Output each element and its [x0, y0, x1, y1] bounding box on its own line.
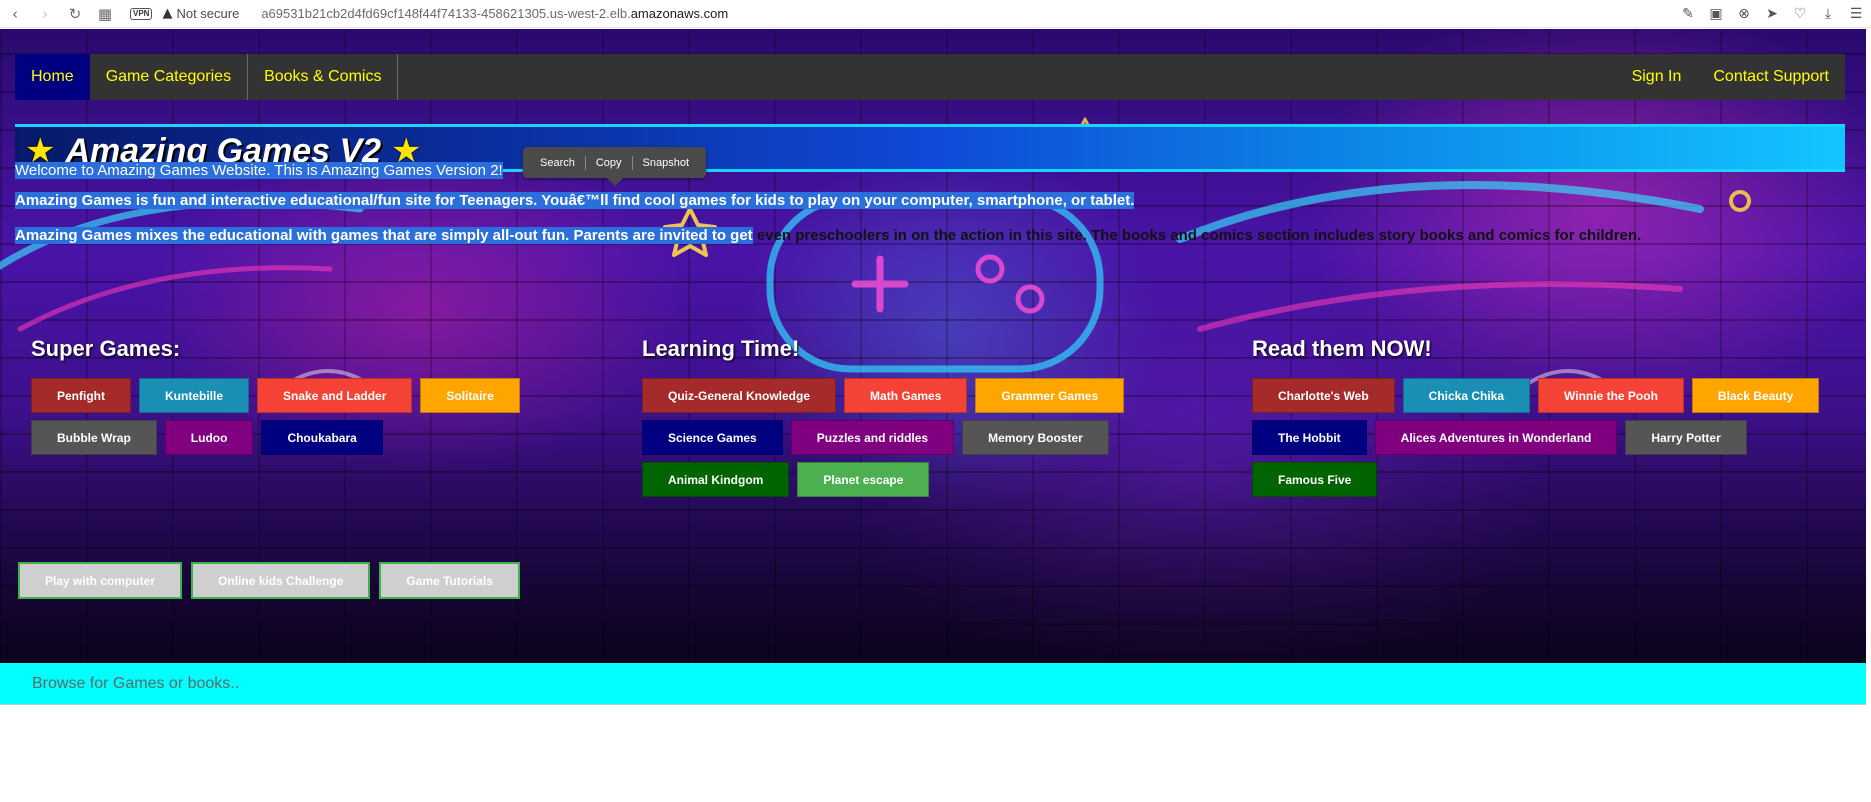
- url-domain: amazonaws.com: [630, 6, 729, 21]
- intro-text: Welcome to Amazing Games Website. This i…: [15, 162, 503, 179]
- game-button[interactable]: Solitaire: [420, 378, 520, 413]
- read-them-now-section: Read them NOW! Charlotte's Web Chicka Ch…: [1252, 336, 1832, 497]
- page-content: Home Game Categories Books & Comics Sign…: [0, 29, 1866, 663]
- learning-time-section: Learning Time! Quiz-General Knowledge Ma…: [642, 336, 1142, 497]
- intro-paragraph-3: Amazing Games mixes the educational with…: [15, 227, 1641, 244]
- menu-icon[interactable]: ☰: [1847, 6, 1865, 22]
- vpn-badge[interactable]: VPN: [130, 7, 153, 20]
- nav-game-categories[interactable]: Game Categories: [90, 54, 249, 100]
- forward-icon[interactable]: ›: [34, 3, 56, 25]
- address-bar[interactable]: a69531b21cb2d4fd69cf148f44f74133-4586213…: [261, 6, 728, 21]
- bottom-buttons: Play with computer Online kids Challenge…: [18, 562, 520, 599]
- game-button[interactable]: Bubble Wrap: [31, 420, 157, 455]
- heart-icon[interactable]: ♡: [1791, 6, 1809, 22]
- download-icon[interactable]: ⤓: [1819, 6, 1837, 22]
- security-status[interactable]: Not secure: [176, 6, 239, 21]
- warning-icon[interactable]: ▲: [162, 6, 172, 21]
- game-button[interactable]: Ludoo: [164, 420, 254, 455]
- learning-time-buttons: Quiz-General Knowledge Math Games Gramme…: [642, 378, 1142, 497]
- book-button[interactable]: Charlotte's Web: [1252, 378, 1395, 413]
- learning-button[interactable]: Quiz-General Knowledge: [642, 378, 837, 413]
- play-with-computer-button[interactable]: Play with computer: [18, 562, 183, 599]
- book-button[interactable]: Black Beauty: [1691, 378, 1820, 413]
- section-heading: Read them NOW!: [1252, 336, 1432, 361]
- url-prefix: a69531b21cb2d4fd69cf148f44f74133-4586213…: [261, 6, 631, 21]
- intro-text-rest: even preschoolers in on the action in th…: [752, 227, 1642, 244]
- intro-paragraph-1: Welcome to Amazing Games Website. This i…: [15, 162, 503, 179]
- game-button[interactable]: Kuntebille: [139, 378, 250, 413]
- nav-books-comics[interactable]: Books & Comics: [248, 54, 399, 100]
- learning-button[interactable]: Science Games: [642, 420, 783, 455]
- book-button[interactable]: Winnie the Pooh: [1538, 378, 1684, 413]
- reload-icon[interactable]: ↻: [64, 3, 86, 25]
- edit-icon[interactable]: ✎: [1679, 6, 1697, 22]
- intro-text-selected: Amazing Games mixes the educational with…: [15, 227, 753, 244]
- send-icon[interactable]: ➤: [1763, 6, 1781, 22]
- search-bar: [0, 663, 1866, 705]
- intro-paragraph-2: Amazing Games is fun and interactive edu…: [15, 192, 1135, 209]
- game-tutorials-button[interactable]: Game Tutorials: [379, 562, 520, 599]
- camera-icon[interactable]: ▣: [1707, 6, 1725, 22]
- game-button[interactable]: Penfight: [31, 378, 131, 413]
- book-button[interactable]: Chicka Chika: [1402, 378, 1531, 413]
- search-input[interactable]: [32, 674, 632, 693]
- block-icon[interactable]: ⊗: [1735, 6, 1753, 22]
- book-button[interactable]: Alices Adventures in Wonderland: [1374, 420, 1618, 455]
- learning-button[interactable]: Puzzles and riddles: [790, 420, 955, 455]
- nav-home[interactable]: Home: [15, 54, 90, 100]
- popup-snapshot-button[interactable]: Snapshot: [633, 157, 699, 169]
- nav-contact-support[interactable]: Contact Support: [1697, 54, 1845, 100]
- top-navigation: Home Game Categories Books & Comics Sign…: [15, 54, 1845, 100]
- selection-popup: Search Copy Snapshot: [523, 147, 707, 186]
- super-games-buttons: Penfight Kuntebille Snake and Ladder Sol…: [31, 378, 551, 455]
- intro-text: Amazing Games is fun and interactive edu…: [15, 192, 1135, 209]
- game-button[interactable]: Choukabara: [261, 420, 383, 455]
- nav-sign-in[interactable]: Sign In: [1616, 54, 1698, 100]
- books-buttons: Charlotte's Web Chicka Chika Winnie the …: [1252, 378, 1832, 497]
- section-heading: Super Games:: [31, 336, 181, 361]
- browser-toolbar: ‹ › ↻ ▦ VPN ▲ Not secure a69531b21cb2d4f…: [0, 0, 1871, 28]
- back-icon[interactable]: ‹: [4, 3, 26, 25]
- book-button[interactable]: Harry Potter: [1625, 420, 1747, 455]
- learning-button[interactable]: Memory Booster: [962, 420, 1109, 455]
- learning-button[interactable]: Grammer Games: [975, 378, 1125, 413]
- popup-copy-button[interactable]: Copy: [586, 157, 632, 169]
- online-kids-challenge-button[interactable]: Online kids Challenge: [191, 562, 371, 599]
- section-heading: Learning Time!: [642, 336, 800, 361]
- popup-search-button[interactable]: Search: [530, 157, 585, 169]
- super-games-section: Super Games: Penfight Kuntebille Snake a…: [31, 336, 551, 455]
- learning-button[interactable]: Animal Kindgom: [642, 462, 790, 497]
- tabs-grid-icon[interactable]: ▦: [94, 3, 116, 25]
- book-button[interactable]: The Hobbit: [1252, 420, 1367, 455]
- learning-button[interactable]: Planet escape: [797, 462, 930, 497]
- game-button[interactable]: Snake and Ladder: [257, 378, 413, 413]
- browser-actions: ✎ ▣ ⊗ ➤ ♡ ⤓ ☰: [1679, 0, 1865, 28]
- book-button[interactable]: Famous Five: [1252, 462, 1378, 497]
- learning-button[interactable]: Math Games: [844, 378, 968, 413]
